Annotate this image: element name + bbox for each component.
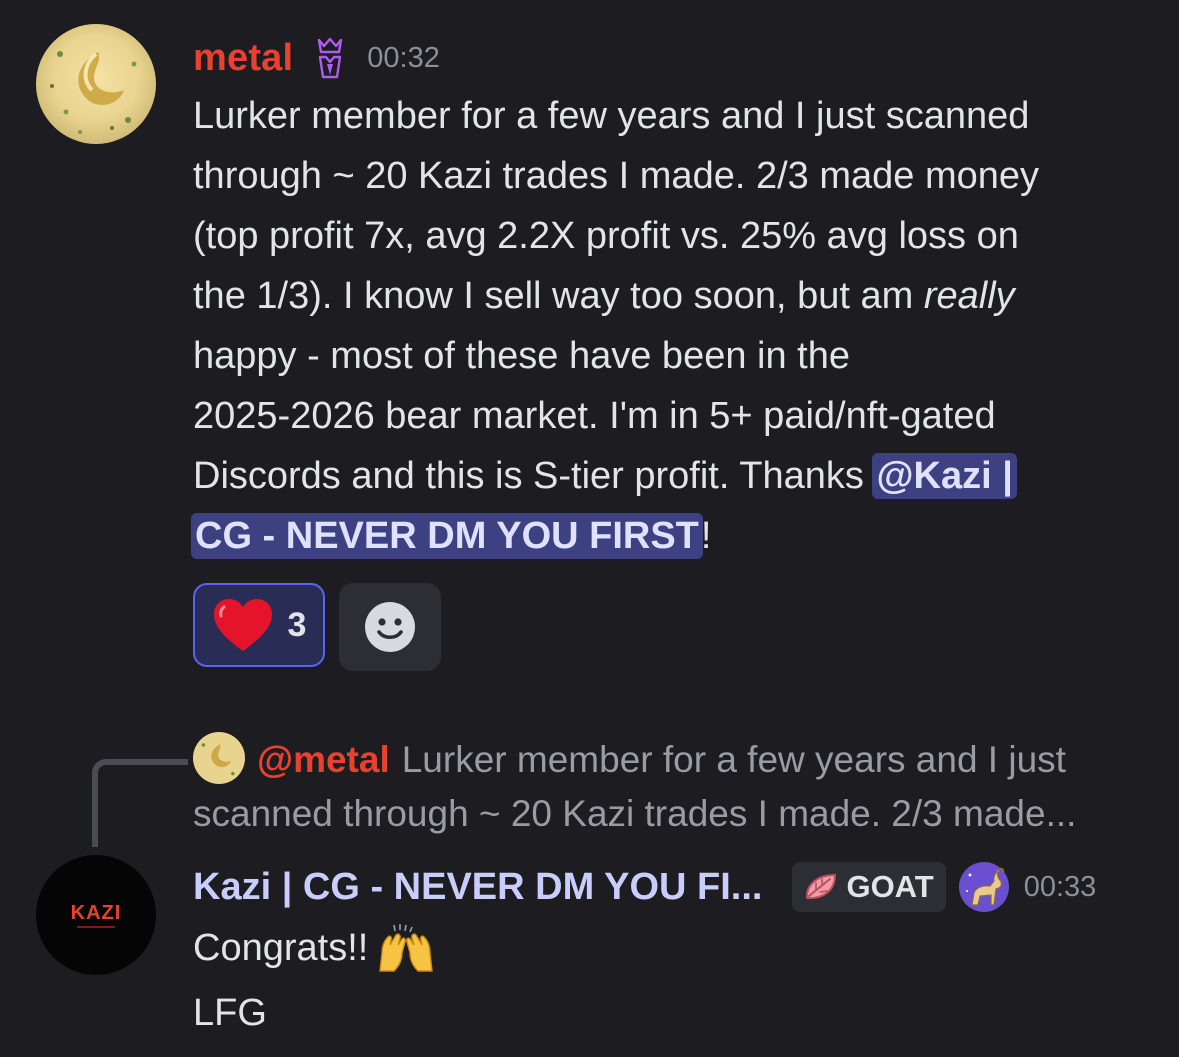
reply-avatar: [193, 732, 245, 784]
message-text: LFG: [193, 992, 267, 1034]
add-reaction-button[interactable]: [339, 583, 441, 671]
message-content: Lurker member for a few years and I just…: [191, 86, 1153, 566]
author-name[interactable]: metal: [193, 37, 293, 80]
message-line: (top profit 7x, avg 2.2X profit vs. 25% …: [193, 215, 1019, 257]
user-mention-continued[interactable]: CG - NEVER DM YOU FIRST: [191, 513, 703, 559]
message-line: through ~ 20 Kazi trades I made. 2/3 mad…: [193, 155, 1040, 197]
reply-text: Lurker member for a few years and I just: [401, 739, 1066, 780]
reply-avatar-image: [193, 732, 245, 784]
reaction-count: 3: [287, 605, 307, 644]
message-line: 2025-2026 bear market. I'm in 5+ paid/nf…: [193, 395, 996, 437]
avatar-metal[interactable]: [36, 24, 156, 144]
message-line: CG - NEVER DM YOU FIRST!: [191, 506, 1153, 566]
pink-leaf-icon: [806, 873, 837, 900]
role-tag[interactable]: GOAT: [792, 862, 946, 912]
message-line: Lurker member for a few years and I just…: [193, 95, 1030, 137]
smiley-icon: [365, 602, 415, 652]
reply-connector: [92, 759, 188, 847]
reactions-bar: 3: [193, 583, 441, 671]
kazi-logo-text: KAZI: [70, 901, 122, 924]
goat-icon[interactable]: [958, 861, 1010, 913]
raised-hands-icon: [379, 924, 434, 972]
chat-view: metal 00:32 Lurker member for a few year…: [0, 0, 1179, 1057]
avatar-kazi[interactable]: KAZI: [36, 855, 156, 975]
trailing-text: !: [700, 515, 712, 557]
reply-preview[interactable]: @metal Lurker member for a few years and …: [193, 732, 1153, 841]
message-header: metal 00:32: [193, 30, 440, 86]
message-text: Congrats!!: [193, 927, 369, 969]
message-line: the 1/3). I know I sell way too soon, bu…: [193, 266, 1153, 326]
avatar-image: [36, 24, 156, 144]
user-mention[interactable]: @Kazi |: [872, 453, 1017, 499]
red-heart-icon: [213, 599, 272, 651]
message-line: happy - most of these have been in the: [193, 335, 850, 377]
author-name[interactable]: Kazi | CG - NEVER DM YOU FI...: [193, 866, 762, 909]
role-tag-label: GOAT: [846, 869, 934, 904]
reply-preview-line: scanned through ~ 20 Kazi trades I made.…: [193, 793, 1077, 834]
message-line-text: the 1/3). I know I sell way too soon, bu…: [193, 275, 924, 317]
message-line-text: Discords and this is S-tier profit. Than…: [193, 455, 875, 497]
message-line: Discords and this is S-tier profit. Than…: [193, 446, 1153, 506]
reaction-heart-button[interactable]: 3: [193, 583, 325, 667]
kazi-logo-underline: [77, 925, 115, 928]
message-timestamp: 00:32: [367, 41, 440, 74]
emphasis-text: really: [923, 275, 1015, 317]
message-timestamp: 00:33: [1023, 870, 1097, 903]
message-line: Congrats!!: [193, 918, 436, 978]
message-line: LFG: [193, 983, 267, 1043]
reply-author[interactable]: @metal: [257, 739, 390, 780]
crown-badge-icon[interactable]: [315, 37, 345, 79]
message-header: Kazi | CG - NEVER DM YOU FI... GOAT 00:3…: [193, 858, 1096, 916]
reply-preview-line: @metal Lurker member for a few years and …: [193, 732, 1153, 787]
